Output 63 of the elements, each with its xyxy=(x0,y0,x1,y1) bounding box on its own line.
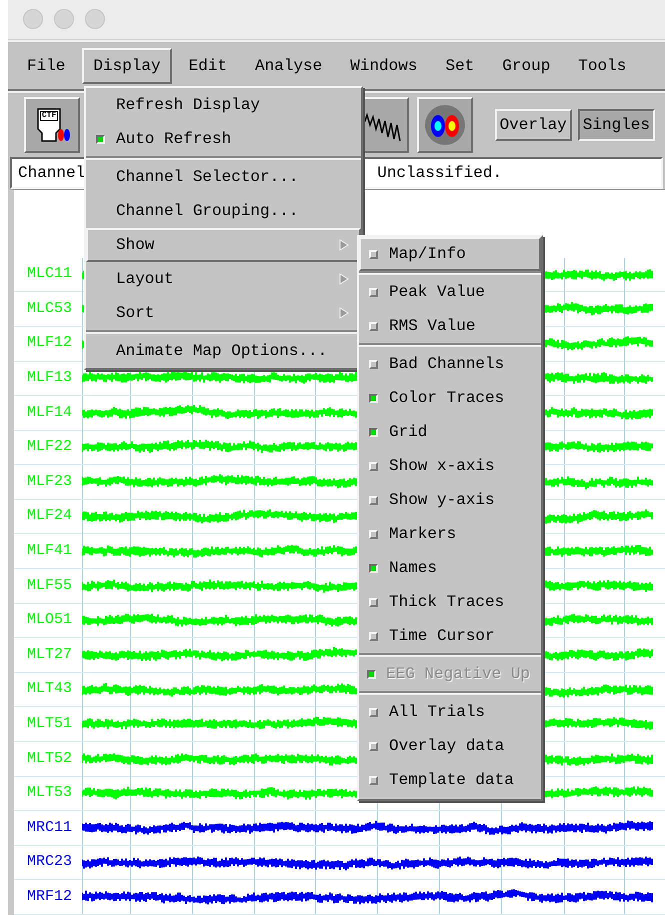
minimize-button[interactable] xyxy=(54,9,74,30)
close-button[interactable] xyxy=(23,9,43,30)
channel-name: MLF12 xyxy=(26,333,74,354)
channel-name: MLF41 xyxy=(26,541,74,562)
menu-title[interactable]: Set xyxy=(434,48,486,84)
menu-item[interactable]: Time Cursor xyxy=(359,619,541,653)
menu-item[interactable]: Thick Traces xyxy=(359,585,541,619)
menu-item[interactable]: Channel Grouping... xyxy=(86,194,361,228)
toolbar-button[interactable] xyxy=(416,97,473,154)
menu-item[interactable]: Layout xyxy=(86,262,361,296)
menu-item[interactable]: Names xyxy=(359,551,541,585)
mode-button[interactable]: Singles xyxy=(578,109,655,142)
zoom-button[interactable] xyxy=(85,9,105,30)
menu-item[interactable]: Refresh Display xyxy=(86,88,361,122)
menu-item[interactable]: Animate Map Options... xyxy=(86,334,361,368)
channel-name: MLF14 xyxy=(26,402,74,423)
channel-name: MLF23 xyxy=(26,472,74,492)
menu-item[interactable]: Markers xyxy=(359,517,541,551)
channel-name: MLF13 xyxy=(26,368,74,388)
menu-item[interactable]: Auto Refresh xyxy=(86,122,361,156)
channel-name: MLT27 xyxy=(26,644,74,665)
menu-title[interactable]: Windows xyxy=(339,48,428,84)
channel-name: MLT53 xyxy=(26,783,74,804)
toolbar-button[interactable]: CTF xyxy=(24,97,80,154)
menu-title[interactable]: Tools xyxy=(567,48,638,84)
channel-name: MRC11 xyxy=(26,818,74,838)
channel-name: MLO51 xyxy=(26,610,74,630)
menu-item[interactable]: Color Traces xyxy=(359,381,541,415)
menu-title[interactable]: Display xyxy=(82,48,172,84)
menu-item[interactable]: Channel Selector... xyxy=(86,160,361,194)
dipole-icon xyxy=(424,104,466,146)
channel-name: MLT51 xyxy=(26,714,74,734)
submenu-arrow-icon xyxy=(339,307,349,319)
menu-item[interactable]: Show x-axis xyxy=(359,449,541,483)
channel-name: MLF24 xyxy=(26,506,74,526)
mode-button[interactable]: Overlay xyxy=(494,109,572,142)
menu-title[interactable]: Edit xyxy=(178,48,238,84)
menu-item[interactable]: All Trials xyxy=(359,695,541,729)
channel-name: MLC53 xyxy=(26,298,74,319)
menu-item[interactable]: RMS Value xyxy=(359,309,541,343)
menu-item[interactable]: Show y-axis xyxy=(359,483,541,517)
menu-item[interactable]: Peak Value xyxy=(359,275,541,309)
menu-item[interactable]: Overlay data xyxy=(359,729,541,763)
status-text: Channel xyxy=(18,162,86,184)
menu-title[interactable]: Group xyxy=(491,48,562,84)
channel-name: MLF22 xyxy=(26,437,74,458)
menu-item[interactable]: Sort xyxy=(86,296,361,330)
menu-title[interactable]: File xyxy=(16,48,76,84)
channel-name: MRF12 xyxy=(26,886,74,907)
status-text: Unclassified. xyxy=(377,162,502,184)
submenu-arrow-icon xyxy=(339,239,349,251)
channel-name: MLC11 xyxy=(26,264,74,284)
channel-name: MLT52 xyxy=(26,748,74,769)
channel-name: MLT43 xyxy=(26,679,74,700)
menu-item[interactable]: Map/Info xyxy=(359,237,541,271)
channel-name: MLF55 xyxy=(26,576,74,596)
channel-name: MRC23 xyxy=(26,852,74,872)
menu-item[interactable]: Template data xyxy=(359,763,541,797)
menu-item[interactable]: Grid xyxy=(359,415,541,449)
submenu-arrow-icon xyxy=(339,273,349,285)
menu-title[interactable]: Analyse xyxy=(244,48,334,84)
menu-item[interactable]: Bad Channels xyxy=(359,347,541,381)
menu-item[interactable]: Show xyxy=(86,228,361,262)
